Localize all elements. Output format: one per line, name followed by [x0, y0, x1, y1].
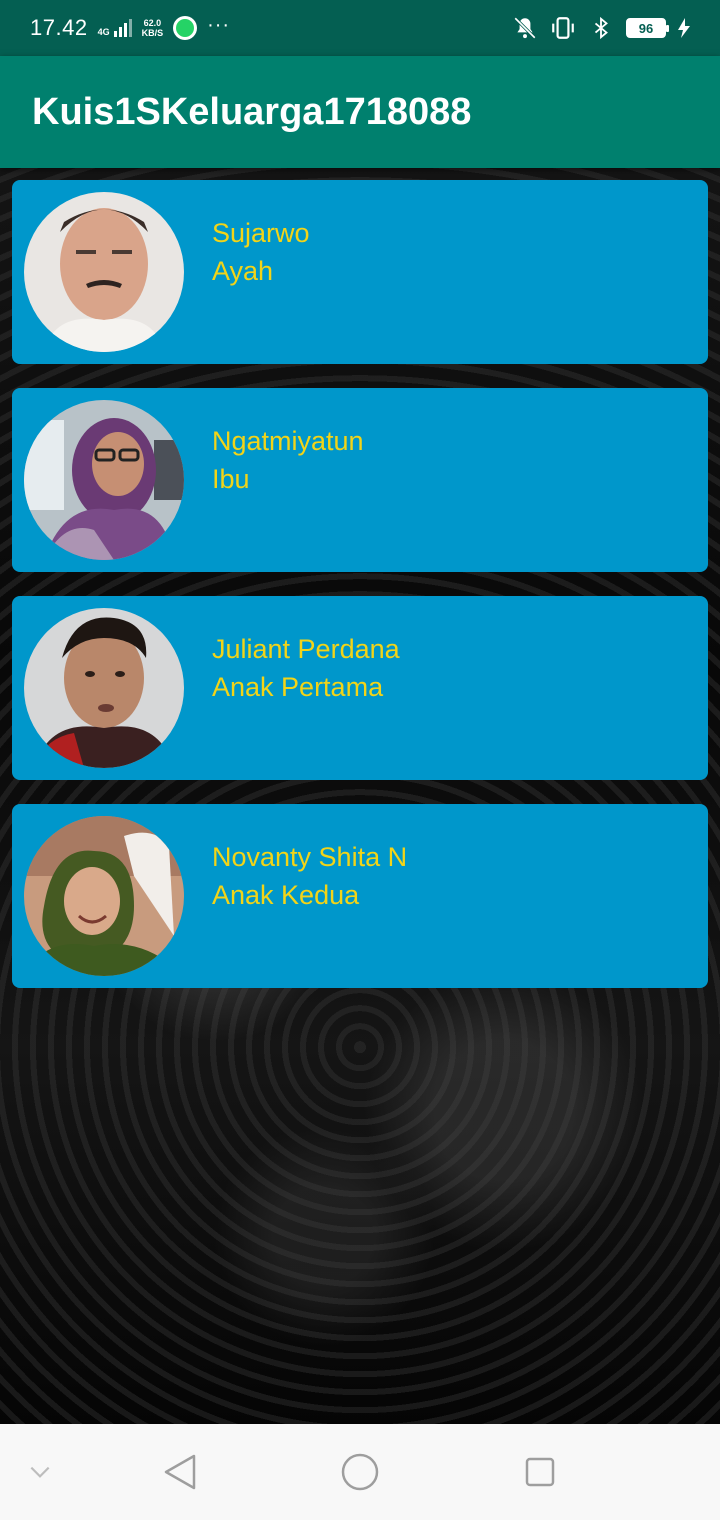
app-title: Kuis1SKeluarga1718088	[32, 90, 472, 133]
bluetooth-icon	[588, 15, 614, 41]
signal-icon: 4G	[98, 19, 132, 37]
status-time: 17.42	[30, 15, 88, 40]
member-name: Sujarwo	[212, 218, 310, 248]
member-role: Ibu	[212, 464, 250, 494]
chevron-down-icon[interactable]	[20, 1452, 60, 1492]
family-card-second-child[interactable]: Novanty Shita N Anak Kedua	[12, 804, 708, 988]
member-name: Ngatmiyatun	[212, 426, 364, 456]
battery-level: 96	[638, 20, 654, 36]
member-role: Anak Pertama	[212, 672, 384, 702]
more-notifications-icon: ···	[207, 13, 231, 36]
speed-unit: KB/S	[141, 28, 164, 38]
member-name: Novanty Shita N	[212, 842, 408, 872]
mute-icon	[512, 15, 538, 41]
avatar	[24, 608, 184, 768]
avatar	[24, 192, 184, 352]
home-icon[interactable]	[340, 1452, 380, 1492]
network-speed: 62.0 KB/S	[142, 18, 164, 38]
family-list: Sujarwo Ayah Ngatmiyatun Ibu Juliant Per…	[12, 180, 708, 1012]
speed-value: 62.0	[143, 18, 162, 28]
battery-icon: 96	[626, 18, 669, 38]
family-card-mother[interactable]: Ngatmiyatun Ibu	[12, 388, 708, 572]
charging-icon	[678, 15, 690, 41]
member-role: Anak Kedua	[212, 880, 360, 910]
network-type: 4G	[97, 27, 110, 37]
family-card-father[interactable]: Sujarwo Ayah	[12, 180, 708, 364]
whatsapp-icon	[173, 16, 198, 40]
member-role: Ayah	[212, 256, 274, 286]
status-bar: 17.42 4G 62.0 KB/S ··· 96	[0, 0, 720, 56]
avatar	[24, 400, 184, 560]
member-name: Juliant Perdana	[212, 634, 400, 664]
vibrate-icon	[550, 15, 576, 41]
navigation-bar	[0, 1424, 720, 1520]
avatar	[24, 816, 184, 976]
back-icon[interactable]	[160, 1452, 200, 1492]
family-card-first-child[interactable]: Juliant Perdana Anak Pertama	[12, 596, 708, 780]
recents-icon[interactable]	[520, 1452, 560, 1492]
app-bar: Kuis1SKeluarga1718088	[0, 56, 720, 168]
